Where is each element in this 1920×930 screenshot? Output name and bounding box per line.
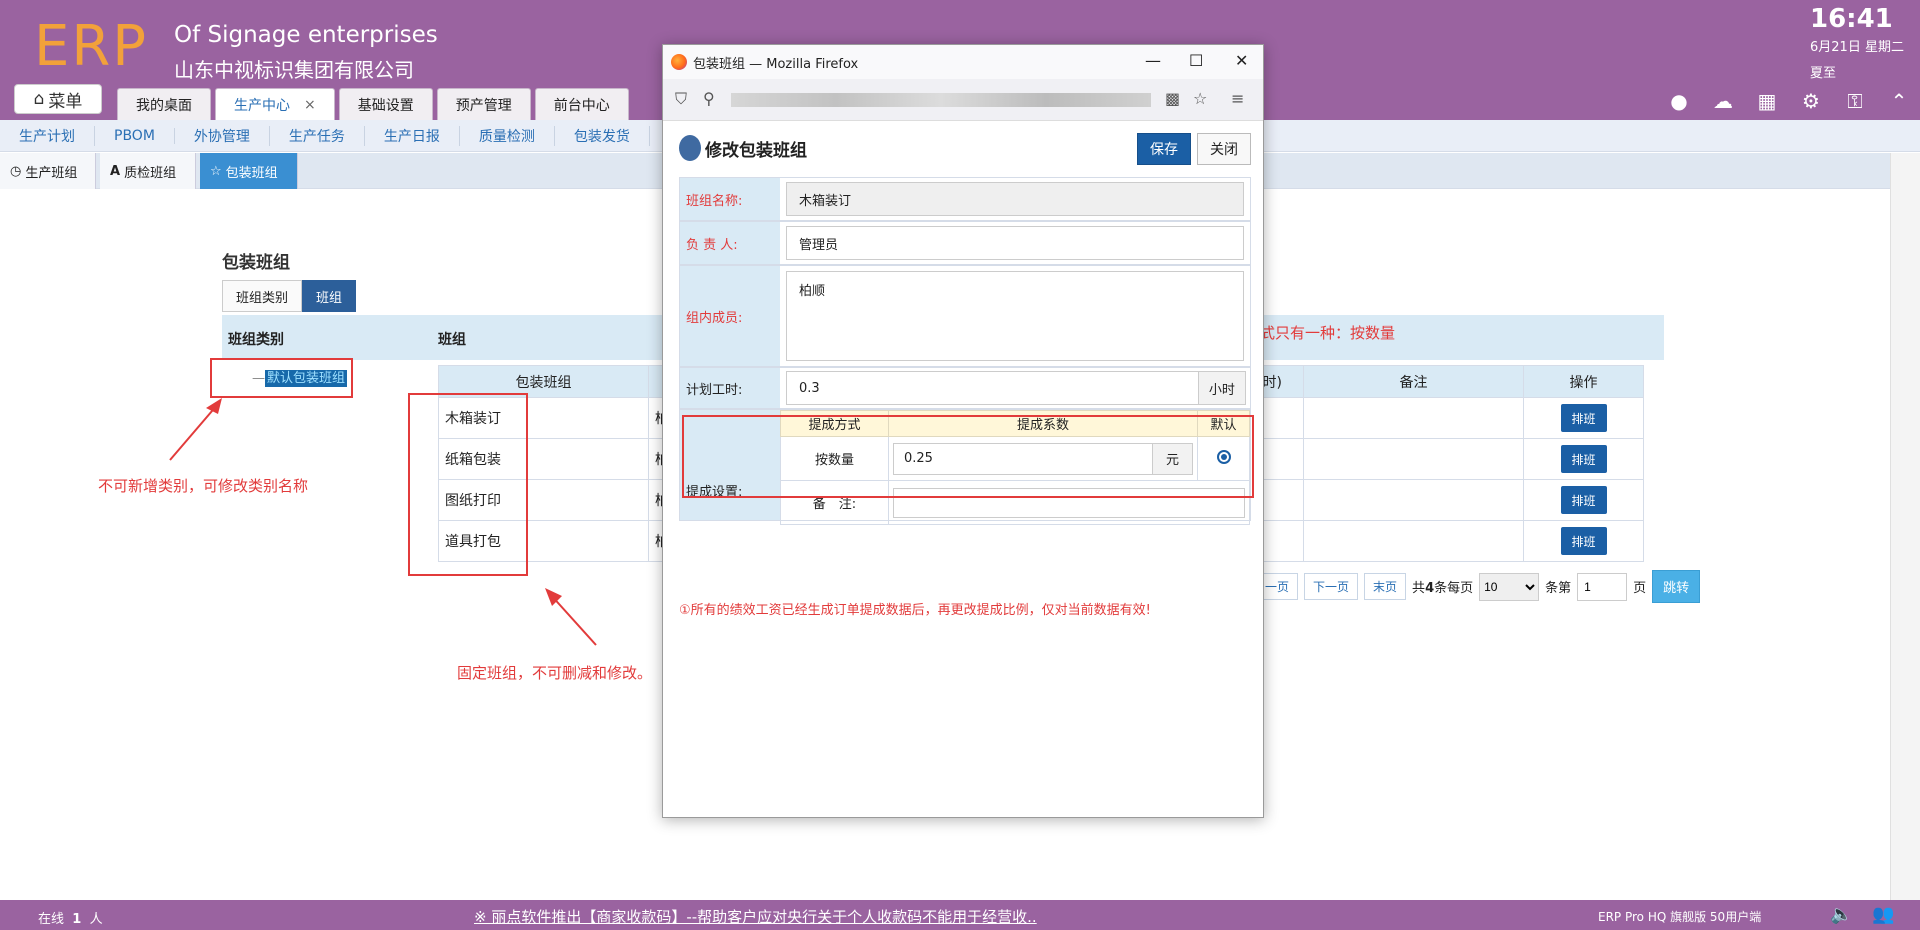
save-button[interactable]: 保存 — [1137, 133, 1191, 165]
announcement-link[interactable]: ※ 丽点软件推出【商家收款码】--帮助客户应对央行关于个人收款码不能用于经营收.… — [474, 906, 1037, 927]
online-users: 在线 1 人 — [38, 912, 103, 927]
row-team-name: 班组名称: 木箱装订 — [679, 177, 1251, 221]
planned-hours-input[interactable]: 0.3 — [786, 371, 1198, 405]
url-text — [731, 93, 1151, 107]
mascot-icon — [679, 135, 701, 161]
address-bar[interactable]: ⛉ ⚲ ▩ ☆ ≡ — [663, 79, 1263, 121]
label-members: 组内成员: — [680, 266, 780, 366]
members-textarea[interactable]: 柏顺 — [786, 271, 1244, 361]
shield-icon: ⛉ — [675, 89, 688, 108]
popup-window-title: 包装班组 — Mozilla Firefox — [693, 56, 859, 72]
status-bar: 在线 1 人 ※ 丽点软件推出【商家收款码】--帮助客户应对央行关于个人收款码不… — [0, 900, 1920, 930]
page-scrollbar[interactable] — [1890, 153, 1920, 900]
form-title: 修改包装班组 — [679, 135, 807, 161]
maximize-icon[interactable]: ☐ — [1189, 51, 1203, 70]
hours-unit: 小时 — [1197, 371, 1246, 405]
leader-field[interactable]: 管理员 — [786, 226, 1244, 260]
lock-icon: ⚲ — [703, 89, 715, 108]
users-icon[interactable]: 👥 — [1872, 904, 1894, 925]
annotation-box-commission — [682, 415, 1254, 498]
firefox-icon — [671, 54, 687, 70]
speaker-icon[interactable]: 🔈 — [1830, 904, 1852, 925]
close-button[interactable]: 关闭 — [1197, 133, 1251, 165]
star-icon[interactable]: ☆ — [1193, 89, 1207, 108]
label-leader: 负 责 人: — [680, 222, 780, 264]
hamburger-menu-icon[interactable]: ≡ — [1231, 89, 1244, 108]
popup-titlebar: 包装班组 — Mozilla Firefox — ☐ ✕ — [663, 45, 1263, 79]
team-name-field[interactable]: 木箱装订 — [786, 182, 1244, 216]
label-team-name: 班组名称: — [680, 178, 780, 220]
row-members: 组内成员: 柏顺 — [679, 265, 1251, 367]
row-leader: 负 责 人: 管理员 — [679, 221, 1251, 265]
minimize-icon[interactable]: — — [1145, 51, 1161, 70]
commission-note: ①所有的绩效工资已经生成订单提成数据后，再更改提成比例，仅对当前数据有效! — [679, 603, 1151, 618]
close-window-icon[interactable]: ✕ — [1235, 51, 1248, 70]
label-planned-hours: 计划工时: — [680, 368, 780, 408]
qr-icon[interactable]: ▩ — [1165, 89, 1180, 108]
edition-label: ERP Pro HQ 旗舰版 50用户端 — [1598, 910, 1762, 924]
row-planned-hours: 计划工时: 0.3 小时 — [679, 367, 1251, 409]
